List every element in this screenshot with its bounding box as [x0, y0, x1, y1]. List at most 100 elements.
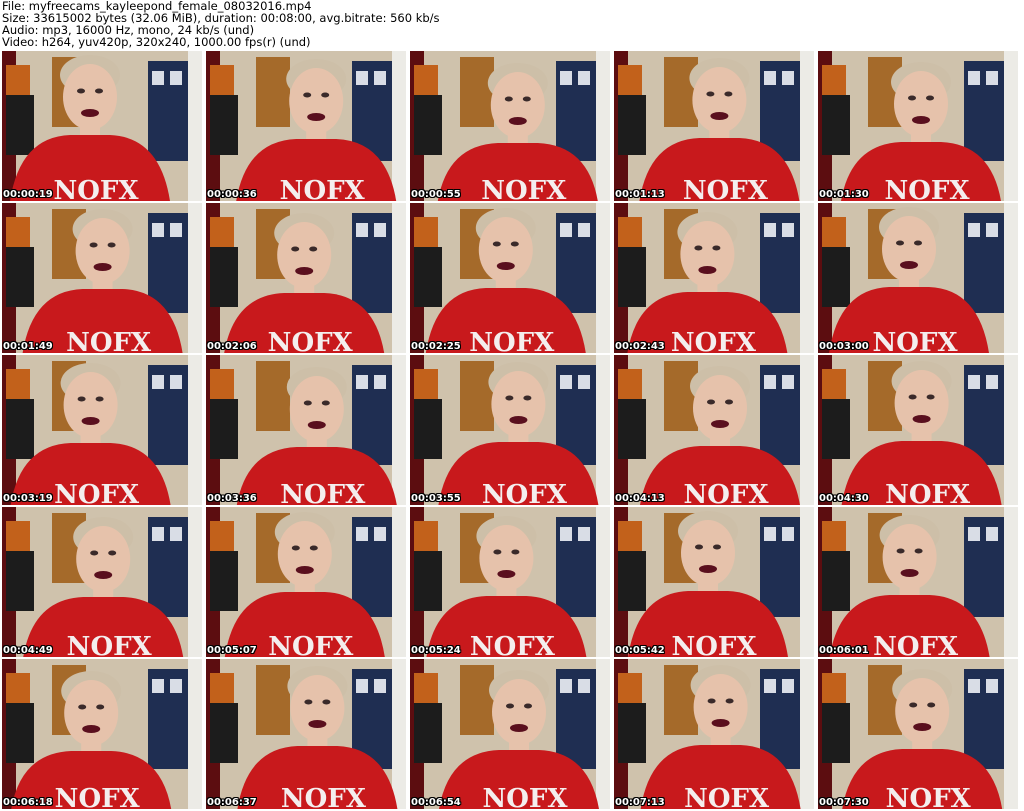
timestamp-label: 00:05:24: [411, 645, 461, 656]
shirt-logo-text: NOFX: [885, 480, 971, 505]
shirt-logo-text: NOFX: [469, 328, 555, 353]
video-thumbnail: NOFX 00:07:30: [818, 659, 1018, 809]
video-thumbnail: NOFX 00:07:13: [614, 659, 814, 809]
video-thumbnail: NOFX 00:00:36: [206, 51, 406, 201]
shirt-logo-text: NOFX: [481, 176, 567, 201]
shirt-logo-text: NOFX: [872, 328, 958, 353]
video-info-line: Video: h264, yuv420p, 320x240, 1000.00 f…: [2, 35, 311, 49]
shirt-logo-text: NOFX: [886, 784, 972, 809]
shirt-logo-text: NOFX: [671, 328, 757, 353]
timestamp-label: 00:06:01: [819, 645, 869, 656]
timestamp-label: 00:03:00: [819, 341, 869, 352]
video-thumbnail: NOFX 00:04:13: [614, 355, 814, 505]
shirt-logo-text: NOFX: [55, 784, 141, 809]
timestamp-label: 00:07:13: [615, 797, 665, 808]
frame-image: NOFX: [614, 507, 814, 657]
timestamp-label: 00:01:13: [615, 189, 665, 200]
shirt-logo-text: NOFX: [66, 328, 152, 353]
video-thumbnail: NOFX 00:02:43: [614, 203, 814, 353]
shirt-logo-text: NOFX: [268, 632, 354, 657]
shirt-logo-text: NOFX: [884, 176, 970, 201]
frame-image: NOFX: [206, 51, 406, 201]
frame-image: NOFX: [614, 203, 814, 353]
frame-image: NOFX: [206, 355, 406, 505]
shirt-logo-text: NOFX: [482, 480, 568, 505]
video-thumbnail: NOFX 00:00:19: [2, 51, 202, 201]
video-thumbnail: NOFX 00:03:19: [2, 355, 202, 505]
file-info-header: File: myfreecams_kayleepond_female_08032…: [2, 0, 1022, 50]
frame-image: NOFX: [410, 51, 610, 201]
frame-image: NOFX: [410, 659, 610, 809]
video-thumbnail: NOFX 00:01:49: [2, 203, 202, 353]
video-thumbnail: NOFX 00:02:06: [206, 203, 406, 353]
shirt-logo-text: NOFX: [54, 480, 140, 505]
shirt-logo-text: NOFX: [53, 176, 139, 201]
frame-image: NOFX: [818, 507, 1018, 657]
timestamp-label: 00:05:42: [615, 645, 665, 656]
shirt-logo-text: NOFX: [683, 480, 769, 505]
video-thumbnail: NOFX 00:04:49: [2, 507, 202, 657]
timestamp-label: 00:00:36: [207, 189, 257, 200]
timestamp-label: 00:00:19: [3, 189, 53, 200]
shirt-logo-text: NOFX: [268, 328, 354, 353]
frame-image: NOFX: [614, 355, 814, 505]
frame-image: NOFX: [2, 203, 202, 353]
timestamp-label: 00:02:06: [207, 341, 257, 352]
video-thumbnail: NOFX 00:02:25: [410, 203, 610, 353]
frame-image: NOFX: [410, 355, 610, 505]
frame-image: NOFX: [2, 507, 202, 657]
timestamp-label: 00:01:49: [3, 341, 53, 352]
timestamp-label: 00:04:30: [819, 493, 869, 504]
video-thumbnail: NOFX 00:05:24: [410, 507, 610, 657]
video-thumbnail: NOFX 00:00:55: [410, 51, 610, 201]
video-thumbnail: NOFX 00:03:00: [818, 203, 1018, 353]
frame-image: NOFX: [2, 659, 202, 809]
frame-image: NOFX: [818, 659, 1018, 809]
frame-image: NOFX: [206, 507, 406, 657]
shirt-logo-text: NOFX: [281, 784, 367, 809]
video-thumbnail: NOFX 00:01:30: [818, 51, 1018, 201]
frame-image: NOFX: [206, 659, 406, 809]
frame-image: NOFX: [206, 203, 406, 353]
thumbnail-grid: NOFX 00:00:19 NOFX 00:00:36 NOFX 00:00:55 NOFX…: [2, 51, 1022, 811]
video-thumbnail: NOFX 00:06:54: [410, 659, 610, 809]
video-thumbnail: NOFX 00:03:55: [410, 355, 610, 505]
frame-image: NOFX: [614, 659, 814, 809]
timestamp-label: 00:02:43: [615, 341, 665, 352]
video-thumbnail: NOFX 00:05:07: [206, 507, 406, 657]
timestamp-label: 00:00:55: [411, 189, 461, 200]
video-thumbnail: NOFX 00:06:01: [818, 507, 1018, 657]
shirt-logo-text: NOFX: [873, 632, 959, 657]
shirt-logo-text: NOFX: [482, 784, 568, 809]
video-thumbnail: NOFX 00:04:30: [818, 355, 1018, 505]
timestamp-label: 00:03:55: [411, 493, 461, 504]
frame-image: NOFX: [614, 51, 814, 201]
shirt-logo-text: NOFX: [280, 176, 366, 201]
timestamp-label: 00:03:36: [207, 493, 257, 504]
frame-image: NOFX: [2, 355, 202, 505]
frame-image: NOFX: [410, 203, 610, 353]
video-thumbnail: NOFX 00:03:36: [206, 355, 406, 505]
timestamp-label: 00:03:19: [3, 493, 53, 504]
timestamp-label: 00:06:18: [3, 797, 53, 808]
shirt-logo-text: NOFX: [683, 176, 769, 201]
shirt-logo-text: NOFX: [470, 632, 556, 657]
video-thumbnail: NOFX 00:01:13: [614, 51, 814, 201]
timestamp-label: 00:02:25: [411, 341, 461, 352]
frame-image: NOFX: [410, 507, 610, 657]
frame-image: NOFX: [818, 355, 1018, 505]
shirt-logo-text: NOFX: [671, 632, 757, 657]
timestamp-label: 00:01:30: [819, 189, 869, 200]
shirt-logo-text: NOFX: [684, 784, 770, 809]
timestamp-label: 00:04:13: [615, 493, 665, 504]
timestamp-label: 00:04:49: [3, 645, 53, 656]
timestamp-label: 00:06:37: [207, 797, 257, 808]
timestamp-label: 00:05:07: [207, 645, 257, 656]
shirt-logo-text: NOFX: [280, 480, 366, 505]
video-thumbnail: NOFX 00:06:18: [2, 659, 202, 809]
frame-image: NOFX: [818, 203, 1018, 353]
video-thumbnail: NOFX 00:06:37: [206, 659, 406, 809]
frame-image: NOFX: [818, 51, 1018, 201]
shirt-logo-text: NOFX: [67, 632, 153, 657]
video-thumbnail: NOFX 00:05:42: [614, 507, 814, 657]
